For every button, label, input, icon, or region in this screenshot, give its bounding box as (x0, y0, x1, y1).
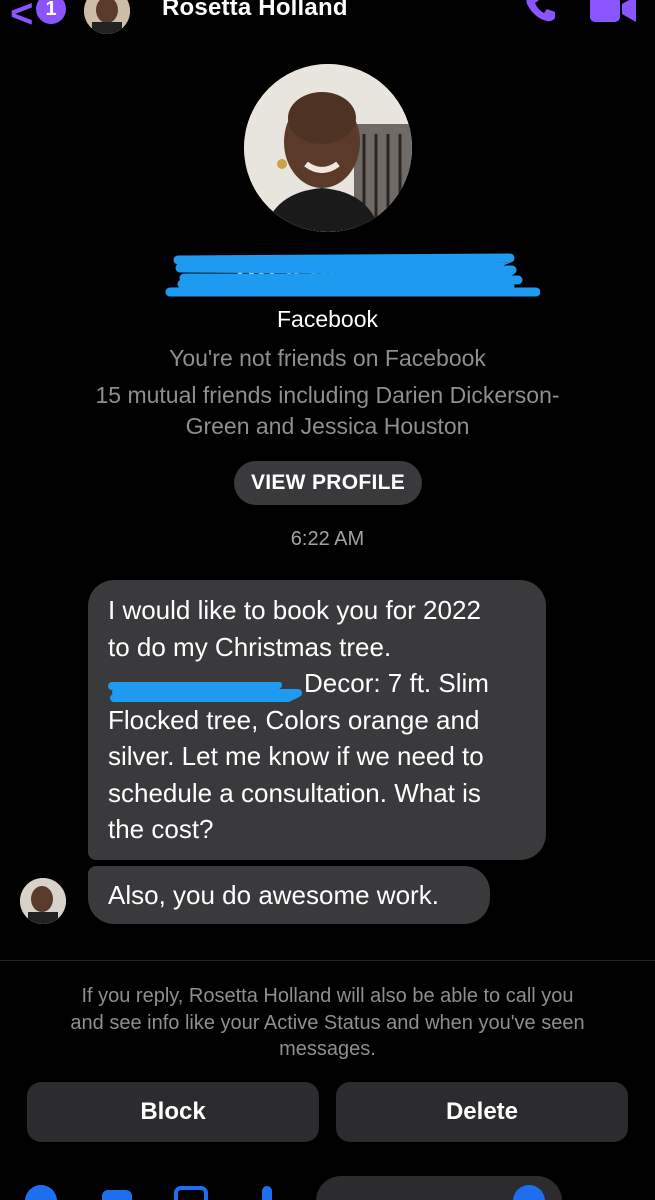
plus-icon[interactable] (24, 1184, 58, 1200)
delete-button[interactable]: Delete (336, 1082, 628, 1142)
mutual-friends-line-1: 15 mutual friends including Darien Dicke… (95, 382, 560, 408)
profile-photo[interactable] (244, 64, 412, 232)
message-line: the cost? (108, 814, 214, 844)
message-line: to do my Christmas tree. (108, 631, 392, 662)
reply-info-line: If you reply, Rosetta Holland will also … (81, 985, 574, 1007)
emoji-icon[interactable] (512, 1184, 546, 1200)
profile-source: Facebook (276, 306, 378, 332)
reply-info-line: and see info like your Active Status and… (70, 1011, 585, 1034)
profile-name-redacted: Rosetta Holland (160, 248, 540, 304)
messenger-conversation-screen: < 1 Rosetta Holland Rosetta Holland Face… (0, 0, 655, 1200)
message-line-redacted: Decor: 7 ft. Slim (108, 665, 526, 703)
mutual-friends-line-2: Green and Jessica Houston (185, 413, 470, 439)
view-profile-button[interactable]: VIEW PROFILE (234, 461, 422, 505)
message-bubble[interactable]: Also, you do awesome work. (88, 866, 490, 924)
block-button[interactable]: Block (27, 1082, 319, 1142)
message-timestamp: 6:22 AM (290, 528, 365, 550)
camera-icon[interactable] (100, 1184, 134, 1200)
message-text: Decor: 7 ft. Slim (304, 668, 489, 698)
message-line: Flocked tree, Colors orange and (108, 704, 480, 735)
avatar[interactable] (84, 0, 130, 34)
unread-count-badge[interactable]: 1 (36, 0, 66, 24)
message-line: I would like to book you for 2022 (108, 595, 481, 625)
gallery-icon[interactable] (174, 1184, 208, 1200)
reply-info-text: If you reply, Rosetta Holland will also … (20, 983, 635, 1063)
redaction-scribble (108, 675, 304, 703)
contact-name[interactable]: Rosetta Holland (162, 0, 348, 22)
chat-header: < 1 Rosetta Holland (0, 0, 655, 40)
call-icon[interactable] (522, 0, 558, 24)
redaction-scribble (165, 253, 540, 297)
friend-status: You're not friends on Facebook (169, 345, 486, 371)
message-line: silver. Let me know if we need to (108, 741, 484, 771)
divider (0, 960, 655, 961)
message-line: schedule a consultation. What is (108, 777, 481, 808)
sender-avatar[interactable] (20, 878, 66, 924)
reply-info-line: messages. (279, 1038, 376, 1060)
microphone-icon[interactable] (250, 1184, 284, 1200)
video-call-icon[interactable] (588, 0, 638, 24)
back-chevron-icon[interactable]: < (10, 0, 33, 34)
message-text: Also, you do awesome work. (108, 880, 439, 910)
message-bubble[interactable]: I would like to book you for 2022 to do … (88, 580, 546, 860)
